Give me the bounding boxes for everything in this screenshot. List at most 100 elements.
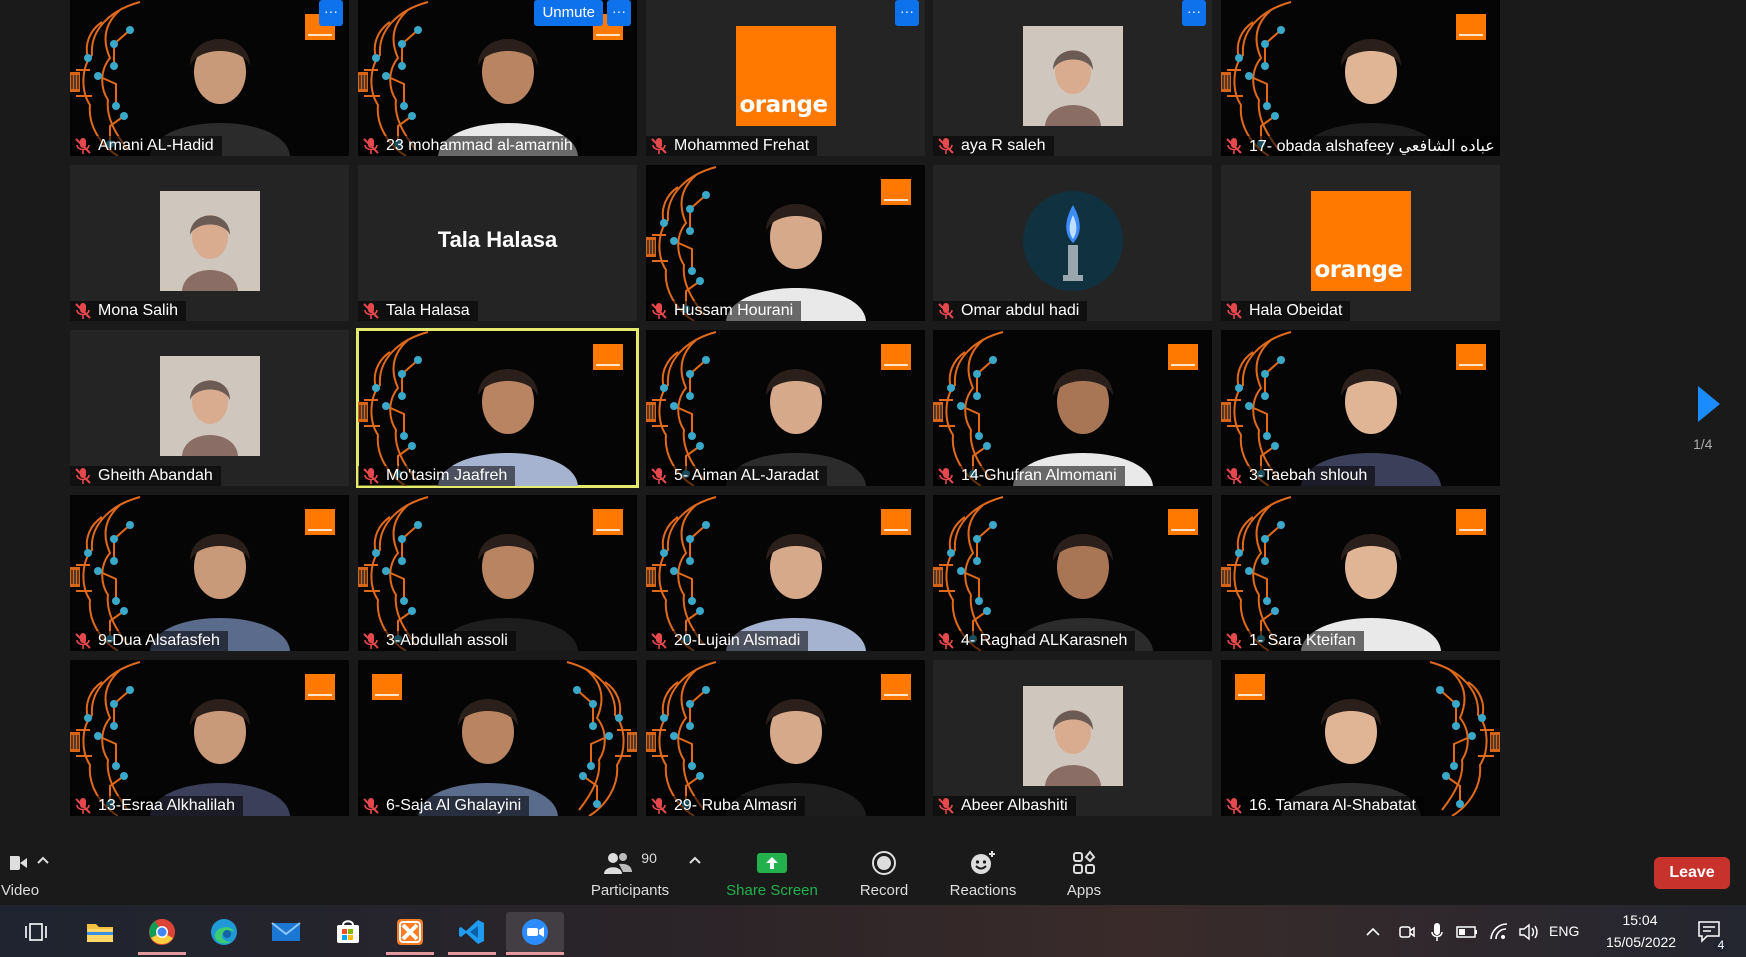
participant-name: 29- Ruba Almasri bbox=[674, 797, 797, 814]
participant-name-label: 14-Ghufran Almomani bbox=[933, 466, 1125, 486]
microsoft-store-icon[interactable] bbox=[328, 912, 368, 952]
participant-tile[interactable]: 9-Dua Alsafasfeh bbox=[70, 495, 349, 651]
muted-mic-icon bbox=[75, 138, 91, 154]
muted-mic-icon bbox=[75, 633, 91, 649]
muted-mic-icon bbox=[1226, 468, 1242, 484]
chrome-active-indicator bbox=[138, 952, 186, 955]
record-button[interactable]: Record bbox=[856, 850, 912, 899]
participants-count: 90 bbox=[641, 850, 657, 866]
participants-options-caret[interactable] bbox=[688, 852, 702, 869]
orange-logo-text: orange bbox=[739, 92, 829, 118]
muted-mic-icon bbox=[75, 468, 91, 484]
participant-name-label: 6-Saja Al Ghalayini bbox=[358, 796, 530, 816]
clock-time[interactable]: 15:04 bbox=[1615, 912, 1665, 928]
participant-video-icon bbox=[150, 534, 290, 651]
more-options-button[interactable]: ··· bbox=[895, 0, 919, 26]
leave-button[interactable]: Leave bbox=[1654, 857, 1730, 889]
participant-video-icon bbox=[150, 699, 290, 816]
participant-name-label: 9-Dua Alsafasfeh bbox=[70, 631, 228, 651]
participant-tile[interactable]: orange Hala Obeidat bbox=[1221, 165, 1500, 321]
participant-name: Hala Obeidat bbox=[1249, 302, 1343, 319]
participant-tile[interactable]: Gheith Abandah bbox=[70, 330, 349, 486]
participant-name: 13-Esraa Alkhalilah bbox=[98, 797, 235, 814]
participant-tile[interactable]: 4- Raghad ALKarasneh bbox=[933, 495, 1212, 651]
participant-name-label: Mona Salih bbox=[70, 301, 187, 321]
muted-mic-icon bbox=[363, 798, 379, 814]
video-options-caret[interactable] bbox=[36, 852, 50, 869]
profile-photo-icon bbox=[159, 356, 260, 456]
participant-tile[interactable]: 6-Saja Al Ghalayini bbox=[358, 660, 637, 816]
volume-icon[interactable] bbox=[1514, 912, 1544, 952]
muted-mic-icon bbox=[651, 468, 667, 484]
participant-name: Tala Halasa bbox=[386, 302, 470, 319]
participant-name-label: Gheith Abandah bbox=[70, 466, 221, 486]
share-screen-icon bbox=[757, 853, 787, 873]
edge-icon[interactable] bbox=[204, 912, 244, 952]
apps-button[interactable]: Apps bbox=[1064, 850, 1104, 899]
muted-mic-icon bbox=[651, 303, 667, 319]
participant-tile[interactable]: 13-Esraa Alkhalilah bbox=[70, 660, 349, 816]
participant-name: 3-Taebah shlouh bbox=[1249, 467, 1368, 484]
participant-video-icon bbox=[1013, 534, 1153, 651]
reactions-button[interactable]: Reactions bbox=[948, 850, 1018, 899]
more-options-button[interactable]: ··· bbox=[319, 0, 343, 26]
task-view-icon[interactable] bbox=[16, 912, 56, 952]
notification-center-icon[interactable]: 4 bbox=[1690, 912, 1730, 952]
participant-name: 14-Ghufran Almomani bbox=[961, 467, 1117, 484]
participant-tile[interactable]: ··· aya R saleh bbox=[933, 0, 1212, 156]
unmute-button[interactable]: Unmute bbox=[534, 0, 603, 26]
participant-tile[interactable]: Mona Salih bbox=[70, 165, 349, 321]
vscode-icon[interactable] bbox=[452, 912, 492, 952]
mail-icon[interactable] bbox=[266, 912, 306, 952]
participant-name: 23 mohammad al-amarnih bbox=[386, 137, 573, 154]
battery-icon[interactable] bbox=[1452, 912, 1482, 952]
more-options-button[interactable]: ··· bbox=[1182, 0, 1206, 26]
participant-tile[interactable]: Tala Halasa Tala Halasa bbox=[358, 165, 637, 321]
notification-count: 4 bbox=[1714, 938, 1728, 952]
input-language[interactable]: ENG bbox=[1549, 923, 1579, 939]
participant-tile[interactable]: 1- Sara Kteifan bbox=[1221, 495, 1500, 651]
share-screen-button[interactable]: Share Screen bbox=[726, 850, 818, 899]
show-hidden-icons-chevron-icon[interactable] bbox=[1358, 912, 1388, 952]
camera-in-use-icon[interactable] bbox=[1392, 912, 1422, 952]
participant-video-icon bbox=[726, 699, 866, 816]
participant-tile[interactable]: 5- Aiman AL-Jaradat bbox=[646, 330, 925, 486]
participant-video-icon bbox=[438, 369, 578, 486]
participant-tile[interactable]: Hussam Hourani bbox=[646, 165, 925, 321]
file-explorer-icon[interactable] bbox=[80, 912, 120, 952]
more-options-button[interactable]: ··· bbox=[607, 0, 631, 26]
muted-mic-icon bbox=[75, 303, 91, 319]
reactions-icon bbox=[971, 851, 995, 874]
participant-tile[interactable]: 20-Lujain Alsmadi bbox=[646, 495, 925, 651]
profile-photo bbox=[1022, 686, 1123, 786]
participant-tile[interactable]: 16. Tamara Al-Shabatat bbox=[1221, 660, 1500, 816]
xampp-icon[interactable] bbox=[390, 912, 430, 952]
microphone-icon[interactable] bbox=[1422, 912, 1452, 952]
participant-tile[interactable]: ··· Amani AL-Hadid bbox=[70, 0, 349, 156]
profile-photo bbox=[159, 191, 260, 291]
zoom-icon[interactable] bbox=[506, 912, 564, 952]
participant-video-icon bbox=[726, 369, 866, 486]
wifi-icon[interactable] bbox=[1484, 912, 1514, 952]
participants-label: Participants bbox=[590, 882, 670, 899]
participant-tile[interactable]: orange ··· Mohammed Frehat bbox=[646, 0, 925, 156]
muted-mic-icon bbox=[651, 633, 667, 649]
next-page-arrow-icon[interactable] bbox=[1698, 386, 1720, 422]
clock-date[interactable]: 15/05/2022 bbox=[1596, 934, 1686, 950]
participants-button[interactable]: 90 Participants bbox=[586, 850, 674, 899]
participant-name-label: Omar abdul hadi bbox=[933, 301, 1088, 321]
participant-tile[interactable]: 14-Ghufran Almomani bbox=[933, 330, 1212, 486]
participant-tile[interactable]: 29- Ruba Almasri bbox=[646, 660, 925, 816]
participant-tile[interactable]: Abeer Albashiti bbox=[933, 660, 1212, 816]
chevron-up-icon bbox=[37, 856, 49, 864]
participant-tile[interactable]: 3-Abdullah assoli bbox=[358, 495, 637, 651]
participant-video-icon bbox=[726, 204, 866, 321]
participant-tile[interactable]: Omar abdul hadi bbox=[933, 165, 1212, 321]
participant-tile[interactable]: Mo'tasim Jaafreh bbox=[356, 328, 639, 488]
participant-tile[interactable]: 3-Taebah shlouh bbox=[1221, 330, 1500, 486]
participant-name-label: 1- Sara Kteifan bbox=[1221, 631, 1364, 651]
video-button[interactable]: Video bbox=[0, 850, 40, 899]
participant-tile[interactable]: ··· Unmute 23 mohammad al-amarnih bbox=[358, 0, 637, 156]
chrome-icon[interactable] bbox=[142, 912, 182, 952]
participant-tile[interactable]: 17- obada alshafeey عباده الشافعي bbox=[1221, 0, 1500, 156]
